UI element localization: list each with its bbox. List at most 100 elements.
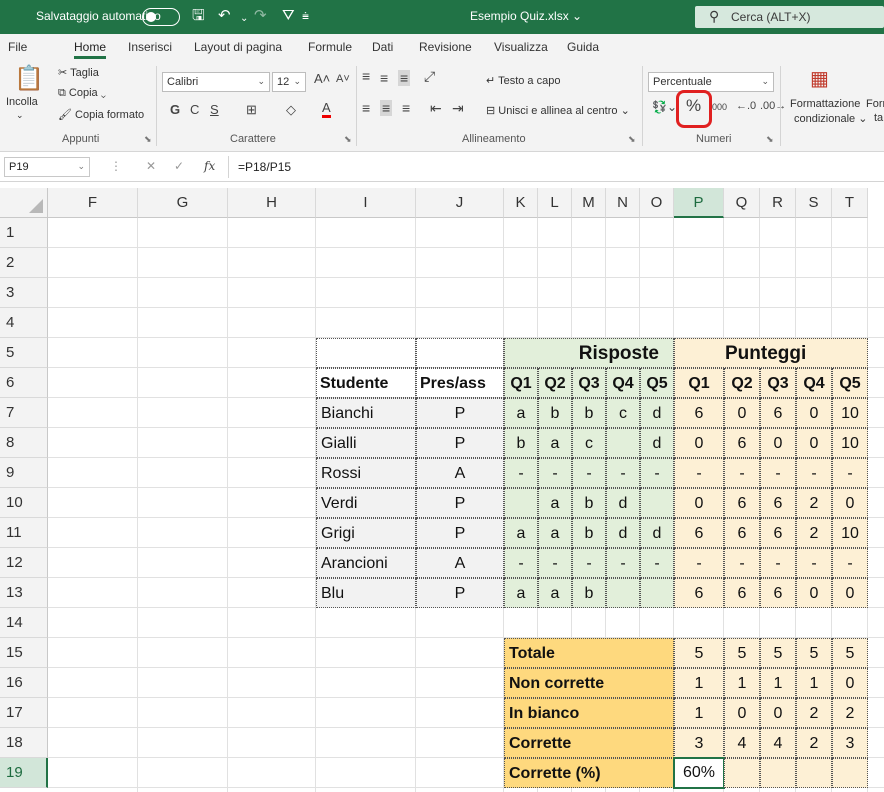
accounting-format-icon[interactable]: 💱⌄ bbox=[652, 100, 677, 114]
answer-cell[interactable]: a bbox=[504, 578, 538, 608]
conditional-formatting-icon[interactable]: ▦ bbox=[810, 66, 829, 91]
orientation-icon[interactable]: ⤢ bbox=[424, 68, 435, 85]
row-header-6[interactable]: 6 bbox=[0, 368, 48, 398]
student-name[interactable]: Rossi bbox=[316, 458, 416, 488]
table-header-cell[interactable]: Q3 bbox=[760, 368, 796, 398]
score-cell[interactable]: 0 bbox=[832, 578, 868, 608]
student-name[interactable]: Arancioni bbox=[316, 548, 416, 578]
align-right-icon[interactable]: ≡ bbox=[402, 100, 410, 116]
tab-home[interactable]: Home bbox=[74, 40, 106, 54]
table-header-cell[interactable]: Studente bbox=[316, 368, 416, 398]
answer-cell[interactable]: d bbox=[640, 428, 674, 458]
table-header-cell[interactable]: Q1 bbox=[504, 368, 538, 398]
row-header-13[interactable]: 13 bbox=[0, 578, 48, 608]
score-cell[interactable]: 6 bbox=[724, 518, 760, 548]
number-launcher-icon[interactable]: ⬊ bbox=[766, 134, 774, 145]
summary-label[interactable]: In bianco bbox=[504, 698, 674, 728]
customize-toolbar-icon[interactable]: ⩧ bbox=[302, 7, 309, 25]
answer-cell[interactable]: a bbox=[538, 488, 572, 518]
score-cell[interactable]: - bbox=[674, 548, 724, 578]
more-options-icon[interactable]: ⋮ bbox=[110, 159, 122, 173]
score-cell[interactable]: 10 bbox=[832, 428, 868, 458]
answer-cell[interactable]: b bbox=[572, 518, 606, 548]
answer-cell[interactable] bbox=[640, 578, 674, 608]
save-icon[interactable]: 🖫 bbox=[192, 7, 205, 25]
column-header-s[interactable]: S bbox=[796, 188, 832, 218]
score-cell[interactable]: - bbox=[724, 458, 760, 488]
answer-cell[interactable]: a bbox=[538, 578, 572, 608]
answer-cell[interactable] bbox=[640, 488, 674, 518]
alignment-launcher-icon[interactable]: ⬊ bbox=[628, 134, 636, 145]
summary-value[interactable]: 0 bbox=[832, 668, 868, 698]
borders-icon[interactable]: ⊞ bbox=[246, 102, 257, 118]
score-cell[interactable]: 2 bbox=[796, 518, 832, 548]
answer-cell[interactable]: - bbox=[606, 458, 640, 488]
format-as-table-button[interactable]: Form bbox=[866, 98, 884, 110]
answer-cell[interactable] bbox=[606, 428, 640, 458]
cancel-icon[interactable]: ✕ bbox=[146, 159, 156, 173]
column-header-t[interactable]: T bbox=[832, 188, 868, 218]
presence-cell[interactable]: A bbox=[416, 548, 504, 578]
presence-cell[interactable]: P bbox=[416, 518, 504, 548]
summary-label[interactable]: Corrette bbox=[504, 728, 674, 758]
score-cell[interactable]: 6 bbox=[760, 578, 796, 608]
risposte-header[interactable]: Risposte bbox=[504, 338, 674, 368]
answer-cell[interactable] bbox=[504, 488, 538, 518]
row-header-9[interactable]: 9 bbox=[0, 458, 48, 488]
column-header-i[interactable]: I bbox=[316, 188, 416, 218]
column-header-p[interactable]: P bbox=[674, 188, 724, 218]
summary-label[interactable]: Totale bbox=[504, 638, 674, 668]
formula-input[interactable]: =P18/P15 bbox=[238, 160, 291, 174]
answer-cell[interactable]: - bbox=[504, 458, 538, 488]
decrease-indent-icon[interactable]: ⇤ bbox=[430, 100, 442, 117]
answer-cell[interactable]: c bbox=[606, 398, 640, 428]
tab-formulas[interactable]: Formule bbox=[308, 40, 352, 54]
score-cell[interactable]: 6 bbox=[760, 398, 796, 428]
score-cell[interactable]: - bbox=[674, 458, 724, 488]
column-header-n[interactable]: N bbox=[606, 188, 640, 218]
student-name[interactable]: Gialli bbox=[316, 428, 416, 458]
column-header-g[interactable]: G bbox=[138, 188, 228, 218]
summary-value[interactable]: 5 bbox=[832, 638, 868, 668]
tab-review[interactable]: Revisione bbox=[419, 40, 472, 54]
bold-button[interactable]: G bbox=[170, 102, 180, 117]
student-name[interactable]: Grigi bbox=[316, 518, 416, 548]
format-painter-button[interactable]: 🖌 Copia formato bbox=[58, 108, 144, 121]
score-cell[interactable]: 0 bbox=[832, 488, 868, 518]
font-color-icon[interactable]: A bbox=[322, 101, 331, 118]
row-header-2[interactable]: 2 bbox=[0, 248, 48, 278]
font-name-select[interactable]: Calibri ⌄ bbox=[162, 72, 270, 92]
name-box[interactable]: P19 ⌄ bbox=[4, 157, 90, 177]
row-header-8[interactable]: 8 bbox=[0, 428, 48, 458]
score-cell[interactable]: 0 bbox=[724, 398, 760, 428]
score-cell[interactable]: 0 bbox=[796, 398, 832, 428]
score-cell[interactable]: 6 bbox=[674, 398, 724, 428]
summary-value[interactable] bbox=[760, 758, 796, 788]
summary-value[interactable]: 1 bbox=[724, 668, 760, 698]
answer-cell[interactable]: c bbox=[572, 428, 606, 458]
answer-cell[interactable]: a bbox=[504, 518, 538, 548]
summary-value[interactable]: 2 bbox=[832, 698, 868, 728]
grow-font-icon[interactable]: A˄ bbox=[314, 71, 330, 86]
student-name[interactable]: Blu bbox=[316, 578, 416, 608]
answer-cell[interactable]: - bbox=[640, 548, 674, 578]
presence-cell[interactable]: P bbox=[416, 398, 504, 428]
summary-value[interactable]: 5 bbox=[674, 638, 724, 668]
row-header-11[interactable]: 11 bbox=[0, 518, 48, 548]
presence-cell[interactable]: P bbox=[416, 428, 504, 458]
column-header-l[interactable]: L bbox=[538, 188, 572, 218]
copy-button[interactable]: ⧉ Copia ⌄ bbox=[58, 87, 106, 100]
row-header-16[interactable]: 16 bbox=[0, 668, 48, 698]
tab-view[interactable]: Visualizza bbox=[494, 40, 548, 54]
align-left-icon[interactable]: ≡ bbox=[362, 100, 370, 116]
score-cell[interactable]: - bbox=[796, 548, 832, 578]
summary-value[interactable]: 2 bbox=[796, 698, 832, 728]
answer-cell[interactable]: a bbox=[538, 428, 572, 458]
font-size-select[interactable]: 12 ⌄ bbox=[272, 72, 306, 92]
table-header-cell[interactable]: Q4 bbox=[606, 368, 640, 398]
number-format-select[interactable]: Percentuale ⌄ bbox=[648, 72, 774, 92]
student-name[interactable]: Verdi bbox=[316, 488, 416, 518]
fill-color-icon[interactable]: ◇ bbox=[286, 102, 296, 118]
tab-insert[interactable]: Inserisci bbox=[128, 40, 172, 54]
answer-cell[interactable]: b bbox=[538, 398, 572, 428]
